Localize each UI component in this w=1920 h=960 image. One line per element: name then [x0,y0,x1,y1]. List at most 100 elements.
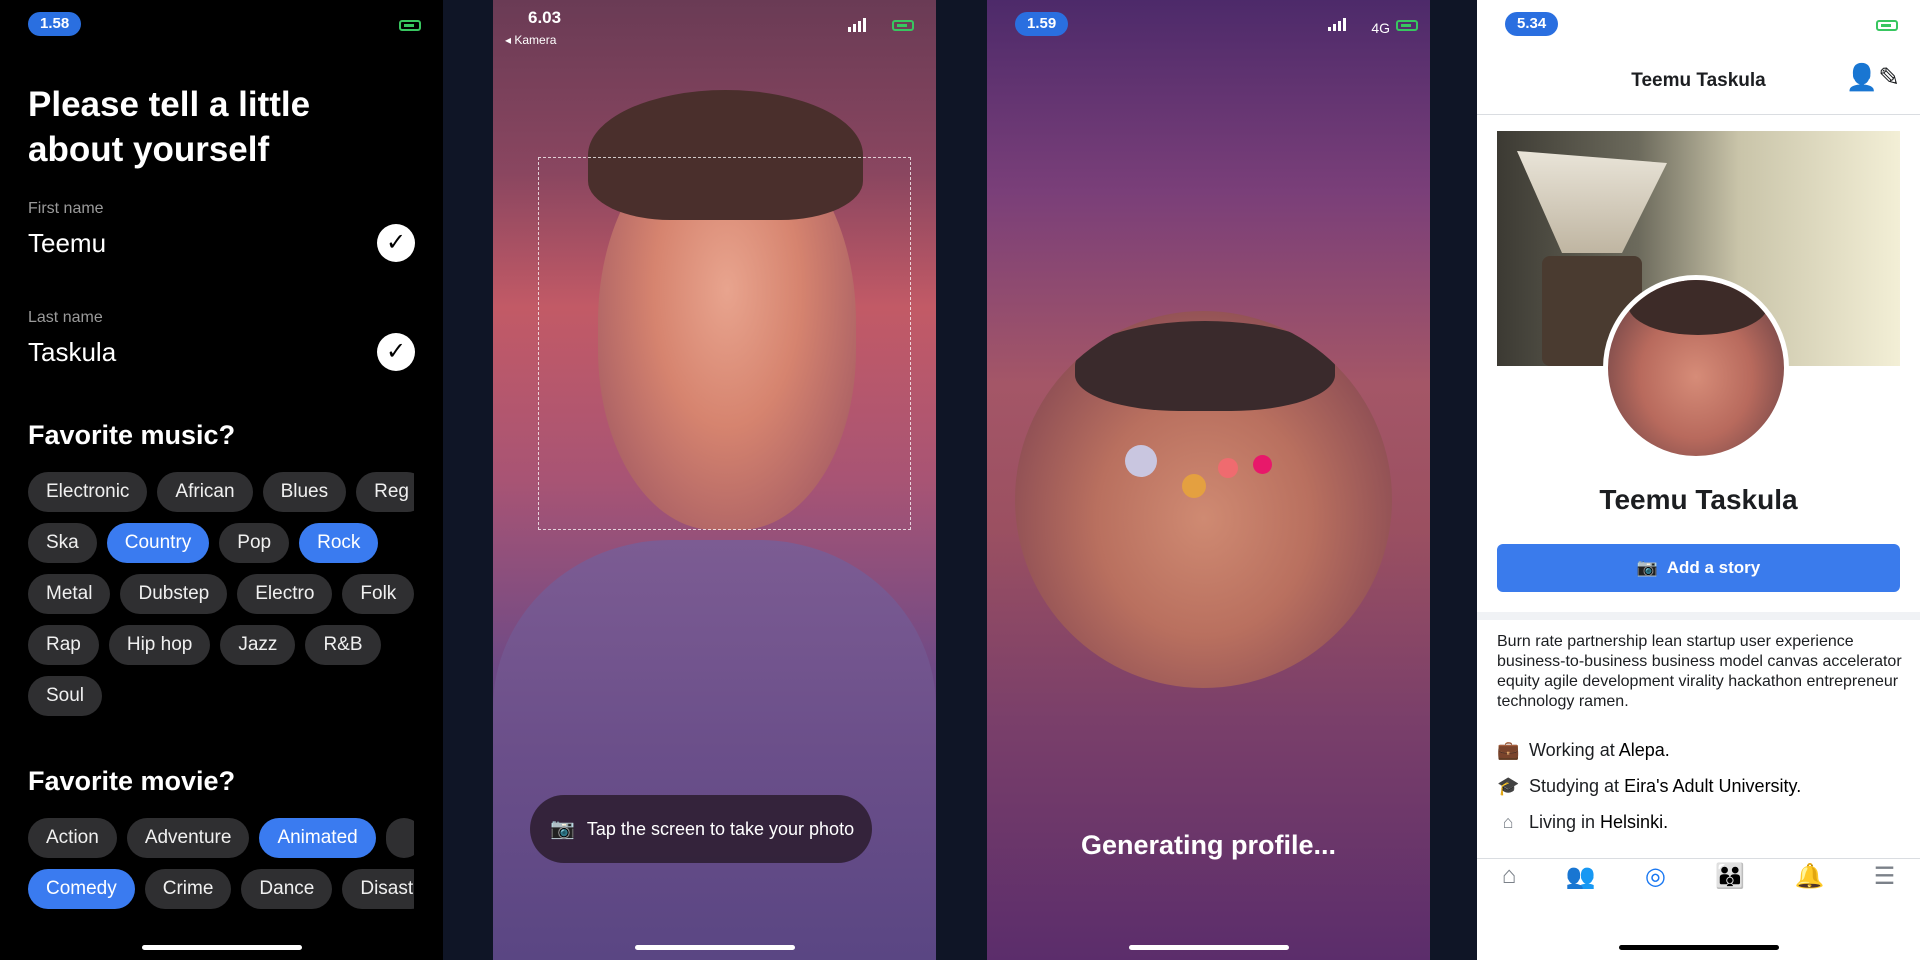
battery-icon [1396,20,1418,31]
chip[interactable] [385,818,414,858]
chip-row: Comedy Crime Dance Disast [28,869,414,909]
network-label: 4G [1371,20,1390,36]
generating-screen: 1.59 4G Generating profile... [987,0,1430,960]
coffee-filter [1517,151,1667,253]
loading-dot [1182,474,1206,498]
bell-icon[interactable]: 🔔 [1794,862,1824,891]
home-indicator[interactable] [1618,945,1779,950]
section-divider [1477,612,1920,620]
chip-row: Soul [28,676,414,716]
chip[interactable]: Pop [219,523,290,563]
music-chip-list: Electronic African Blues Reg Ska Country Pop Ro… [28,472,414,727]
profile-name: Teemu Taskula [1599,484,1798,515]
first-name-field[interactable]: Teemu [28,228,106,259]
add-story-label: Add a story [1666,558,1761,577]
status-time: 1.58 [28,12,82,36]
back-link[interactable]: ◂ Kamera [505,33,556,47]
chip[interactable]: Electronic [28,472,148,512]
last-name-field[interactable]: Taskula [28,337,116,368]
battery-icon [399,20,421,31]
chip[interactable]: Folk [342,574,414,614]
study-place[interactable]: Eira's Adult University. [1624,776,1801,796]
home-indicator[interactable] [1128,945,1289,950]
home-place[interactable]: Helsinki. [1600,812,1668,832]
chip[interactable]: Action [28,818,117,858]
chip[interactable]: Disast [342,869,414,909]
chip[interactable]: African [157,472,253,512]
friends-icon[interactable]: 👥 [1566,862,1596,891]
profile-screen: 5.34 Teemu Taskula 👤✎ Teemu Taskula 📷 Ad… [1477,0,1920,960]
chip[interactable]: Soul [28,676,103,716]
movie-chip-list: Action Adventure Animated Comedy Crime Dance D… [28,818,414,920]
status-time: 1.59 [1015,12,1069,36]
menu-icon[interactable]: ☰ [1874,862,1896,891]
camera-icon: 📷 [550,818,575,840]
chip[interactable]: Dubstep [120,574,228,614]
battery-icon [1876,20,1898,31]
chip-row: Ska Country Pop Rock [28,523,414,563]
groups-icon[interactable]: 👪 [1715,862,1745,891]
house-icon: ⌂ [1502,812,1514,832]
chip-row: Metal Dubstep Electro Folk [28,574,414,614]
home-prefix: Living in [1529,812,1601,832]
home-icon[interactable]: ⌂ [1502,862,1517,891]
add-story-button[interactable]: 📷 Add a story [1497,544,1900,592]
shirt [493,540,936,960]
chip[interactable]: Rap [28,625,99,665]
chip[interactable]: Comedy [28,869,135,909]
work-place[interactable]: Alepa. [1619,740,1670,760]
signal-icon [848,18,866,32]
hint-text: Tap the screen to take your photo [586,819,855,839]
loading-dot [1125,445,1157,477]
onboarding-screen: 1.58 Please tell a little about yourself… [0,0,443,960]
chip[interactable]: Blues [262,472,347,512]
home-indicator[interactable] [141,945,302,950]
chip[interactable]: Ska [28,523,97,563]
first-name-label: First name [28,200,104,217]
bottom-tab-bar: ⌂ 👥 ◎ 👪 🔔 ☰ [1477,862,1920,891]
first-name-check-icon: ✓ [377,224,415,262]
chip[interactable]: Country [106,523,210,563]
chip[interactable]: Rock [299,523,379,563]
home-info: ⌂ Living in Helsinki. [1497,812,1669,833]
chip[interactable]: R&B [305,625,381,665]
chip[interactable]: Jazz [220,625,296,665]
chip[interactable]: Electro [237,574,333,614]
study-prefix: Studying at [1529,776,1625,796]
briefcase-icon: 💼 [1497,740,1520,760]
chip-row: Rap Hip hop Jazz R&B [28,625,414,665]
battery-icon [892,20,914,31]
divider [1477,114,1920,115]
status-time: 5.34 [1505,12,1559,36]
take-photo-hint[interactable]: 📷 Tap the screen to take your photo [530,795,873,863]
chip[interactable]: Adventure [126,818,250,858]
music-section-title: Favorite music? [28,420,236,450]
chip[interactable]: Dance [241,869,333,909]
loading-dot [1218,458,1238,478]
camera-screen[interactable]: 6.03 ◂ Kamera 📷 Tap the screen to take yo… [493,0,936,960]
last-name-check-icon: ✓ [377,333,415,371]
chip[interactable]: Animated [259,818,376,858]
avatar[interactable] [1603,275,1789,461]
movie-section-title: Favorite movie? [28,766,236,796]
divider [1477,858,1920,859]
face-frame [538,157,911,530]
last-name-label: Last name [28,309,103,326]
signal-icon [1328,18,1346,31]
profile-icon[interactable]: ◎ [1645,862,1666,891]
chip[interactable]: Hip hop [108,625,211,665]
hair [1075,321,1335,411]
chip-row: Electronic African Blues Reg [28,472,414,512]
chip[interactable]: Crime [144,869,232,909]
graduation-cap-icon: 🎓 [1497,776,1520,796]
chip-row: Action Adventure Animated [28,818,414,858]
chip[interactable]: Reg [356,472,414,512]
edit-profile-icon[interactable]: 👤✎ [1846,62,1900,93]
home-indicator[interactable] [634,945,795,950]
camera-icon: 📷 [1636,558,1658,577]
hair [1628,280,1768,335]
chip[interactable]: Metal [28,574,111,614]
status-time: 6.03 [528,8,562,27]
generating-status: Generating profile... [1080,830,1337,860]
page-title: Please tell a little about yourself [28,85,311,169]
